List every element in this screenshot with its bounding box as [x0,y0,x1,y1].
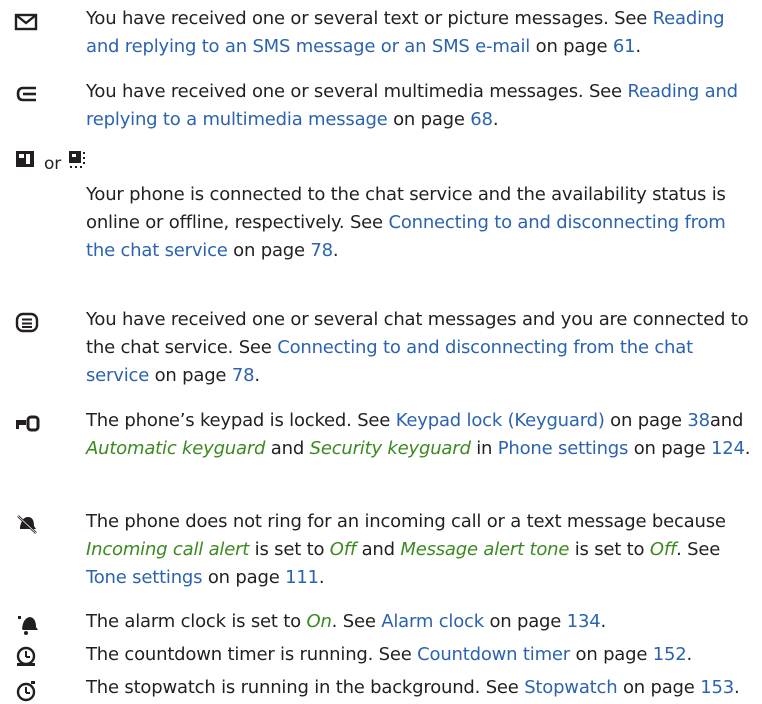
or-word: or [44,154,61,174]
link-page-78[interactable]: 78 [310,240,333,261]
key-lock-icon [14,413,42,437]
link-countdown-timer[interactable]: Countdown timer [417,644,570,665]
chat-message-icon [14,312,42,336]
entry-text: The countdown timer is running. See Coun… [86,644,693,665]
link-page-111[interactable]: 111 [285,567,319,588]
silent-icon [14,512,42,536]
value-off: Off [329,539,357,560]
value-off: Off [649,539,677,560]
entry-text: The phone does not ring for an incoming … [86,511,726,588]
multimedia-message-icon [14,84,42,108]
entry-text: The alarm clock is set to On. See Alarm … [86,611,606,632]
countdown-timer-icon [14,646,42,670]
chat-status-icons: or [14,150,91,178]
link-page-78[interactable]: 78 [232,365,255,386]
entry-text: The phone’s keypad is locked. See Keypad… [86,410,751,459]
link-keypad-lock[interactable]: Keypad lock (Keyguard) [396,410,605,431]
entry-text: You have received one or several multime… [86,81,738,130]
setting-incoming-call-alert: Incoming call alert [86,539,250,560]
chat-online-icon [14,149,38,180]
setting-security-keyguard: Security keyguard [309,438,471,459]
entry-text: Your phone is connected to the chat serv… [86,184,726,261]
link-page-124[interactable]: 124 [711,438,745,459]
link-tone-settings[interactable]: Tone settings [86,567,203,588]
link-phone-settings[interactable]: Phone settings [498,438,629,459]
link-page-61[interactable]: 61 [613,36,636,57]
entry-text: The stopwatch is running in the backgrou… [86,677,740,698]
link-page-134[interactable]: 134 [567,611,601,632]
link-page-38[interactable]: 38 [687,410,710,431]
link-page-153[interactable]: 153 [700,677,734,698]
link-page-152[interactable]: 152 [653,644,687,665]
link-stopwatch[interactable]: Stopwatch [524,677,617,698]
entry-text: You have received one or several chat me… [86,309,749,386]
alarm-bell-icon [14,612,42,636]
setting-message-alert-tone: Message alert tone [400,539,570,560]
link-alarm-clock[interactable]: Alarm clock [381,611,484,632]
link-page-68[interactable]: 68 [470,109,493,130]
setting-automatic-keyguard: Automatic keyguard [86,438,266,459]
entry-text: You have received one or several text or… [86,8,725,57]
envelope-icon [14,11,42,35]
value-on: On [306,611,332,632]
stopwatch-icon [14,680,42,704]
chat-offline-icon [67,149,91,180]
